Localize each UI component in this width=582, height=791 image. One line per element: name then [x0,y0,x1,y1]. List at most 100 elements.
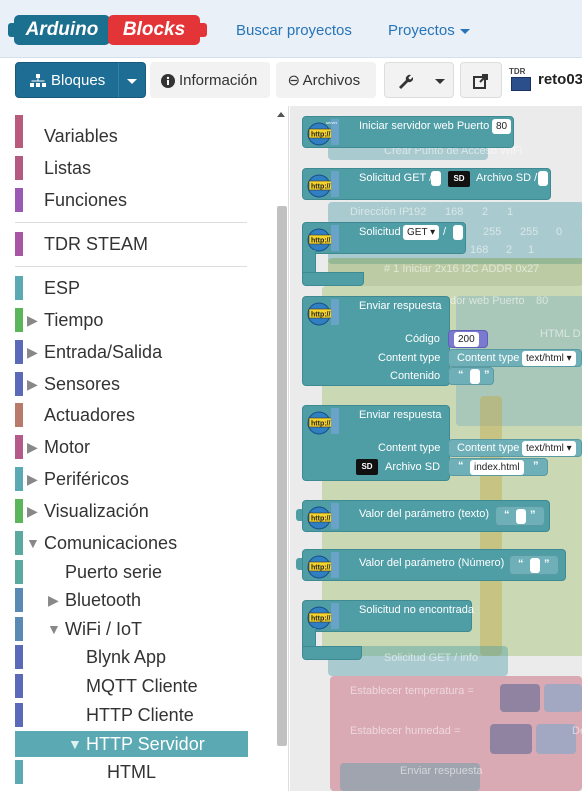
content-type-dropdown[interactable]: text/html ▾ [522,351,576,366]
block-send-response-content[interactable]: http:// Enviar respuesta Código Content … [302,296,450,386]
quote-close-icon: ” [484,369,490,381]
file-label: Archivo SD [385,461,441,473]
category-swatch [15,403,23,427]
arduinoblocks-logo[interactable]: Arduino Blocks [8,13,207,51]
nav-proyectos-dropdown[interactable]: Proyectos [388,22,470,39]
content-type-block[interactable]: Content type text/html ▾ [448,439,582,457]
files-button-label: Archivos [302,72,361,90]
board-icon[interactable]: TDR [509,67,533,93]
code-input[interactable]: 200 [454,332,479,347]
block-request[interactable]: http:// Solicitud GET ▾ / [302,222,466,254]
category-swatch [15,732,23,756]
blocks-dropdown-button[interactable] [118,62,146,98]
http-server-icon: http:// [307,299,339,326]
category-swatch [15,372,23,396]
sd-card-icon: SD [448,171,470,187]
category-label: Motor [44,437,91,457]
ghost-text: 255 [483,226,502,238]
nav-proyectos-label: Proyectos [388,22,455,39]
block-param-text[interactable]: http:// Valor del parámetro (texto) “ ” [302,500,550,532]
block-label: Solicitud no encontrada [359,604,474,616]
content-type-value: text/html [526,443,564,454]
category-label: Bluetooth [65,590,142,610]
sidebar-scroll-thumb[interactable] [277,206,287,746]
ghost-text: HTML D [540,328,581,340]
block-title: Enviar respuesta [359,300,442,312]
path-input[interactable] [453,225,463,240]
text-block[interactable]: “ ” [448,367,494,385]
blocks-button[interactable]: Bloques [15,62,120,98]
ghost-text: Establecer temperatura = [350,685,474,697]
category-swatch [15,617,23,641]
info-button[interactable]: Información [150,62,270,98]
board-tag: TDR [509,67,526,76]
scroll-up-arrow-icon[interactable] [277,112,285,117]
content-type-dropdown[interactable]: text/html ▾ [522,441,576,456]
svg-text:http://: http:// [311,184,330,191]
app-window: Arduino Blocks Buscar proyectos Proyecto… [0,0,582,791]
text-block[interactable]: “ ” [509,555,559,575]
category-swatch [15,560,23,584]
category-label: Visualización [44,501,149,521]
text-block[interactable]: “ ” [495,506,545,526]
category-swatch [15,703,23,727]
text-input[interactable] [530,558,540,573]
block-param-number[interactable]: http:// Valor del parámetro (Número) “ ” [302,549,566,581]
svg-text:http://: http:// [311,616,330,623]
tools-dropdown-button[interactable] [384,62,454,98]
ghost-text: 1 [528,244,535,256]
text-block[interactable]: “ index.html ” [448,458,548,476]
share-icon [473,74,488,90]
http-server-icon: http:// [307,225,339,252]
method-dropdown[interactable]: GET ▾ [403,225,440,240]
info-circle-icon [161,74,175,89]
blocks-button-label: Bloques [51,72,106,90]
block-start-web-server[interactable]: http:// server Iniciar servidor web Puert… [302,116,514,148]
block-label-slash: / [443,226,447,238]
path-input[interactable] [431,171,441,186]
chevron-down-icon [435,78,446,84]
block-send-response-sd[interactable]: http:// Enviar respuesta Content type SD… [302,405,450,481]
sd-path-input[interactable] [538,171,548,186]
expand-arrow-icon: ▶ [48,592,59,608]
ghost-sensor-image [544,684,582,712]
text-input[interactable] [470,369,480,384]
ctype-label: Content type [378,352,441,364]
category-label: Listas [44,158,92,178]
category-swatch [15,124,23,148]
expand-arrow-icon: ▶ [27,471,38,487]
navbar: Arduino Blocks Buscar proyectos Proyecto… [0,0,582,58]
collapse-arrow-icon: ▼ [26,535,40,551]
block-get-request-sd[interactable]: http:// Solicitud GET / SD Archivo SD / [302,168,551,200]
http-server-icon: http:// [307,552,339,579]
block-not-found[interactable]: http:// Solicitud no encontrada [302,600,474,632]
expand-arrow-icon: ▶ [27,312,38,328]
http-server-icon: http:// [307,603,339,630]
collapse-arrow-icon: ▼ [47,621,61,637]
content-type-block[interactable]: Content type text/html ▾ [448,349,582,367]
block-label: Valor del parámetro (Número) [359,557,505,569]
svg-text:http://: http:// [311,516,330,523]
file-input[interactable]: index.html [470,460,524,475]
category-label: HTML [107,762,156,782]
content-label: Contenido [390,370,441,382]
block-title: Enviar respuesta [359,409,442,421]
share-button[interactable] [460,62,502,98]
svg-text:http://: http:// [311,132,330,139]
number-block[interactable]: 200 [448,330,488,348]
category-swatch [15,308,23,332]
category-swatch [15,499,23,523]
text-input[interactable] [516,509,526,524]
category-swatch [15,188,23,212]
ghost-text: # 1 Iniciar 2x16 I2C ADDR 0x27 [384,263,540,275]
nav-buscar-proyectos[interactable]: Buscar proyectos [236,22,352,39]
files-button[interactable]: ⊘Archivos [276,62,376,98]
ghost-text: Enviar respuesta [400,765,483,777]
port-input[interactable]: 80 [492,119,512,134]
category-label: HTTP Servidor [86,734,205,754]
category-label: Variables [44,126,118,146]
ghost-text: 80 [536,295,549,307]
ghost-text: 2 [482,206,489,218]
category-swatch [15,276,23,300]
ghost-text: 168 [470,244,489,256]
